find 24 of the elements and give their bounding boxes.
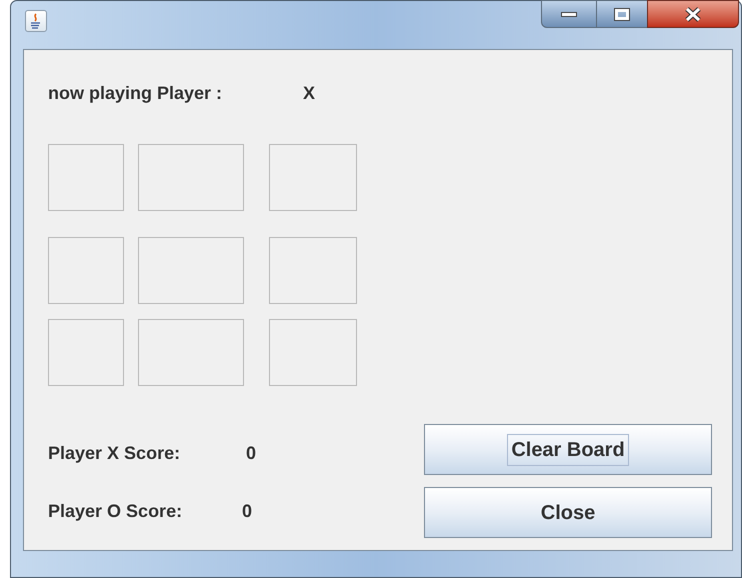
close-window-button[interactable]: Close bbox=[424, 487, 712, 538]
board-cell[interactable] bbox=[48, 144, 124, 211]
board-cell[interactable] bbox=[138, 144, 244, 211]
score-label: Player O Score: bbox=[48, 500, 184, 523]
maximize-button[interactable] bbox=[597, 0, 647, 28]
board-cell[interactable] bbox=[269, 237, 357, 304]
board-cell[interactable] bbox=[48, 237, 124, 304]
score-value: 0 bbox=[246, 442, 256, 465]
current-player: X bbox=[303, 82, 316, 105]
maximize-icon bbox=[615, 8, 629, 20]
score-label: Player X Score: bbox=[48, 442, 182, 465]
minimize-icon bbox=[561, 12, 577, 16]
board-cell[interactable] bbox=[138, 319, 244, 386]
close-icon bbox=[684, 6, 702, 22]
board-cell[interactable] bbox=[269, 144, 357, 211]
minimize-button[interactable] bbox=[541, 0, 597, 28]
score-value: 0 bbox=[242, 500, 252, 523]
close-button[interactable] bbox=[647, 0, 739, 28]
board-cell[interactable] bbox=[48, 319, 124, 386]
status-label: now playing Player : bbox=[48, 82, 224, 105]
java-cup-icon bbox=[25, 10, 47, 32]
board-cell[interactable] bbox=[138, 237, 244, 304]
board-cell[interactable] bbox=[269, 319, 357, 386]
clear-board-button[interactable]: Clear Board bbox=[424, 424, 712, 475]
